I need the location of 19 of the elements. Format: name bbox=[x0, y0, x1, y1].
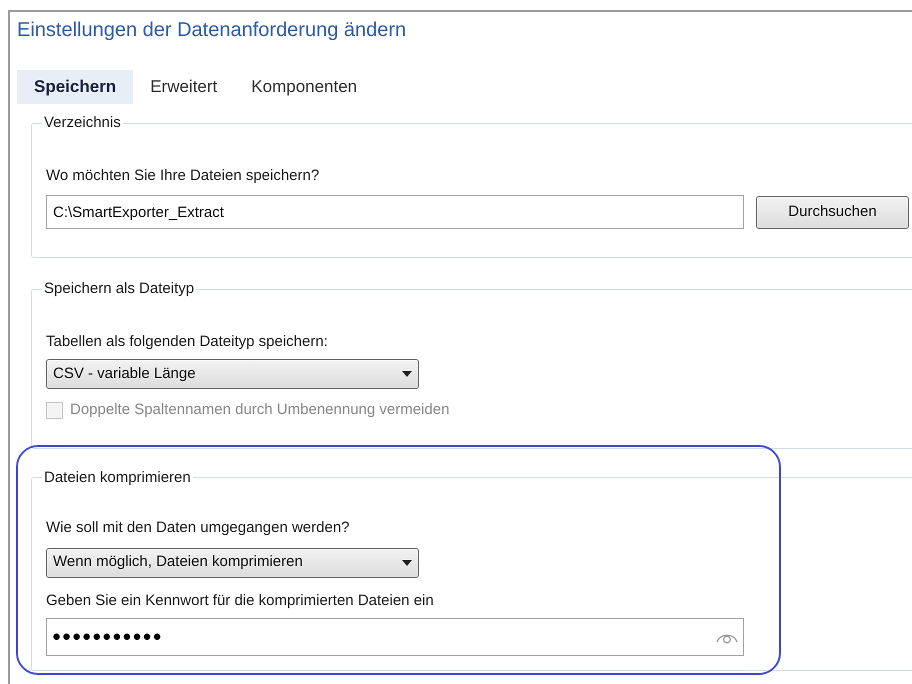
field-label: Wo möchten Sie Ihre Dateien speichern? bbox=[46, 166, 320, 186]
browse-button[interactable]: Durchsuchen bbox=[756, 196, 909, 228]
checkbox-label: Doppelte Spaltennamen durch Umbenennung vermeiden bbox=[70, 400, 450, 420]
tab[interactable]: Komponenten bbox=[234, 70, 374, 104]
dropdown[interactable]: Wenn möglich, Dateien komprimieren bbox=[46, 548, 419, 578]
group-title: Verzeichnis bbox=[43, 113, 122, 133]
group-title: Speichern als Dateityp bbox=[43, 279, 196, 299]
dropdown-arrow-icon bbox=[402, 371, 412, 377]
tab[interactable]: Erweitert bbox=[133, 70, 234, 104]
dropdown[interactable]: CSV - variable Länge bbox=[46, 359, 419, 389]
window-title: Einstellungen der Datenanforderung ändern bbox=[17, 18, 408, 43]
field-label: Wie soll mit den Daten umgegangen werden? bbox=[46, 518, 351, 538]
field-label: Geben Sie ein Kennwort für die komprimierten Dateien ein bbox=[46, 590, 435, 610]
input-field[interactable]: C:\SmartExporter_Extract bbox=[46, 195, 744, 229]
dropdown-arrow-icon bbox=[402, 560, 412, 566]
tab[interactable]: Speichern bbox=[17, 70, 134, 104]
group-title: Dateien komprimieren bbox=[43, 468, 192, 488]
field-label: Tabellen als folgenden Dateityp speichern: bbox=[46, 332, 329, 352]
password-field[interactable]: ●●●●●●●●●●● bbox=[46, 618, 744, 656]
